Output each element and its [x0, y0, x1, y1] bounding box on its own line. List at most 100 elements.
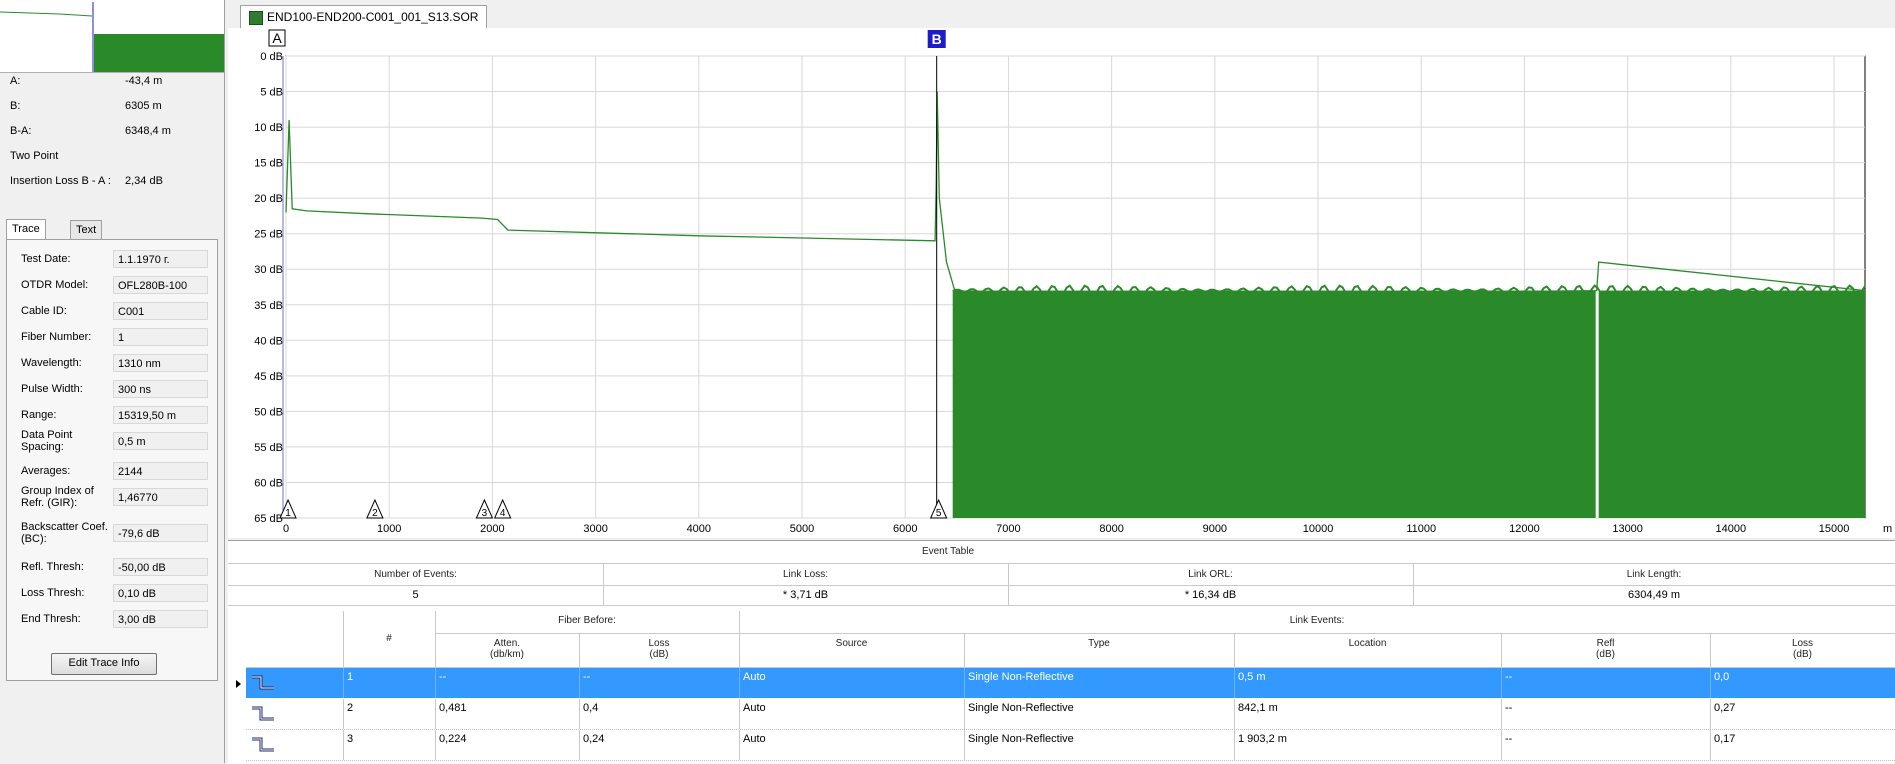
table-row[interactable]: 1 -- -- Auto Single Non-Reflective 0,5 m -- 0,0 — [246, 668, 1895, 698]
x-tick-label: 15000 — [1819, 523, 1850, 535]
noise-gap — [1595, 290, 1599, 518]
trace-overview-plot — [0, 2, 224, 72]
trace-info-label: End Thresh: — [21, 613, 81, 625]
edit-trace-info-button[interactable]: Edit Trace Info — [51, 653, 157, 675]
event-icon — [250, 674, 276, 692]
trace-info-value[interactable]: OFL280B-100 — [113, 276, 208, 294]
trace-info-value[interactable]: 1310 nm — [113, 354, 208, 372]
insertion-loss-label: Insertion Loss B - A : — [10, 175, 111, 187]
table-row[interactable]: 2 0,481 0,4 Auto Single Non-Reflective 842,1 … — [246, 699, 1895, 730]
file-tab[interactable]: END100-END200-C001_001_S13.SOR — [240, 5, 488, 28]
x-unit-label: m — [1883, 523, 1892, 535]
trace-info-label: Test Date: — [21, 253, 71, 265]
marker-b-value: 6305 m — [125, 100, 162, 112]
trace-info-value[interactable]: 1.1.1970 г. — [113, 250, 208, 268]
event-icon — [250, 736, 276, 754]
cell-source: Auto — [743, 702, 766, 714]
x-tick-label: 1000 — [377, 523, 401, 535]
cell-lossb: 0,4 — [583, 702, 599, 714]
trace-info-value[interactable]: -79,6 dB — [113, 524, 208, 542]
summary-value: 5 — [412, 589, 419, 601]
trace-info-row: Range: 15319,50 m — [21, 406, 211, 428]
trace-info-value[interactable]: 0,5 m — [113, 432, 208, 450]
y-tick-label: 65 dB — [254, 513, 283, 525]
overview-noise-fill — [94, 34, 224, 72]
cell-lossb: 0,24 — [583, 733, 605, 745]
cell-lossb: -- — [583, 671, 591, 683]
marker-b-flag-label: B — [932, 31, 942, 47]
trace-info-value[interactable]: 3,00 dB — [113, 610, 208, 628]
summary-value: * 3,71 dB — [782, 589, 829, 601]
trace-info-row: Refl. Thresh: -50,00 dB — [21, 558, 211, 580]
x-tick-label: 7000 — [996, 523, 1020, 535]
trace-info-row: Test Date: 1.1.1970 г. — [21, 250, 211, 272]
x-tick-label: 6000 — [893, 523, 917, 535]
cell-refl: -- — [1505, 702, 1513, 714]
trace-info-label: Range: — [21, 409, 57, 421]
x-tick-label: 14000 — [1716, 523, 1747, 535]
col-header-loss[interactable]: Loss (dB) — [1710, 638, 1895, 660]
col-header-type[interactable]: Type — [964, 638, 1234, 649]
y-tick-label: 30 dB — [254, 264, 283, 276]
trace-info-label: Group Index of Refr. (GIR): — [21, 485, 94, 509]
trace-info-value[interactable]: C001 — [113, 302, 208, 320]
col-header-source[interactable]: Source — [739, 638, 964, 649]
table-row[interactable]: 3 0,224 0,24 Auto Single Non-Reflective 1 903… — [246, 730, 1895, 761]
cell-type: Single Non-Reflective — [968, 702, 1074, 714]
trace-info-row: Backscatter Coef. (BC): -79,6 dB — [21, 521, 211, 546]
summary-header: Link ORL: — [1188, 569, 1233, 580]
summary-value: * 16,34 dB — [1184, 589, 1237, 601]
cell-location: 842,1 m — [1238, 702, 1278, 714]
trace-info-row: Averages: 2144 — [21, 462, 211, 484]
y-tick-label: 25 dB — [254, 229, 283, 241]
trace-info-label: Data Point Spacing: — [21, 429, 73, 453]
cell-n: 3 — [347, 733, 354, 745]
trace-info-row: Data Point Spacing: 0,5 m — [21, 429, 211, 454]
tab-trace-info[interactable]: Trace Info — [6, 219, 46, 253]
cell-atten: 0,224 — [439, 733, 467, 745]
event-table: Event Table Number of Events: 5 Link Loss:… — [228, 540, 1895, 764]
trace-info-value[interactable]: 15319,50 m — [113, 406, 208, 424]
x-tick-label: 12000 — [1509, 523, 1540, 535]
marker-ba-label: B-A: — [10, 125, 32, 137]
trace-info-label: Cable ID: — [21, 305, 67, 317]
trace-info-label: Refl. Thresh: — [21, 561, 84, 573]
x-tick-label: 10000 — [1303, 523, 1334, 535]
col-header-loss-before[interactable]: Loss (dB) — [579, 638, 739, 660]
trace-info-row: Wavelength: 1310 nm — [21, 354, 211, 376]
y-tick-label: 50 dB — [254, 406, 283, 418]
insertion-loss-value: 2,34 dB — [125, 175, 163, 187]
cell-refl: -- — [1505, 733, 1513, 745]
x-tick-label: 3000 — [583, 523, 607, 535]
trace-info-value[interactable]: 1 — [113, 328, 208, 346]
event-marker-label: 3 — [482, 508, 488, 519]
left-panel: A: -43,4 m B: 6305 m B-A: 6348,4 m Two P… — [0, 0, 225, 763]
trace-info-value[interactable]: -50,00 dB — [113, 558, 208, 576]
x-tick-label: 2000 — [480, 523, 504, 535]
group-link-events: Link Events: — [1289, 615, 1345, 626]
col-header-atten[interactable]: Atten. (db/km) — [435, 638, 579, 660]
marker-a-value: -43,4 m — [125, 75, 163, 87]
otdr-chart[interactable]: 0 dB 5 dB 10 dB 15 dB 20 dB 25 dB 30 dB 35 dB 40… — [228, 28, 1895, 538]
file-tab-label: END100-END200-C001_001_S13.SOR — [267, 10, 479, 24]
cell-location: 0,5 m — [1238, 671, 1266, 683]
y-tick-label: 35 dB — [254, 300, 283, 312]
trace-info-value[interactable]: 0,10 dB — [113, 584, 208, 602]
trace-info-value[interactable]: 300 ns — [113, 380, 208, 398]
trace-info-panel: Test Date: 1.1.1970 г. OTDR Model: OFL280B-… — [6, 239, 218, 681]
trace-info-row: Pulse Width: 300 ns — [21, 380, 211, 402]
trace-info-label: Pulse Width: — [21, 383, 83, 395]
summary-header: Link Loss: — [782, 569, 829, 580]
col-header-refl[interactable]: Refl (dB) — [1501, 638, 1710, 660]
cell-atten: -- — [439, 671, 447, 683]
trace-info-value[interactable]: 1,46770 — [113, 488, 208, 506]
y-tick-label: 45 dB — [254, 371, 283, 383]
event-icon — [250, 705, 276, 723]
col-header-number[interactable]: # — [343, 633, 435, 644]
tab-text-info[interactable]: Text Info — [70, 220, 103, 254]
trace-info-label: Fiber Number: — [21, 331, 92, 343]
trace-overview[interactable] — [0, 0, 224, 73]
trace-info-value[interactable]: 2144 — [113, 462, 208, 480]
col-header-location[interactable]: Location — [1234, 638, 1501, 649]
event-table-title: Event Table — [921, 546, 975, 557]
